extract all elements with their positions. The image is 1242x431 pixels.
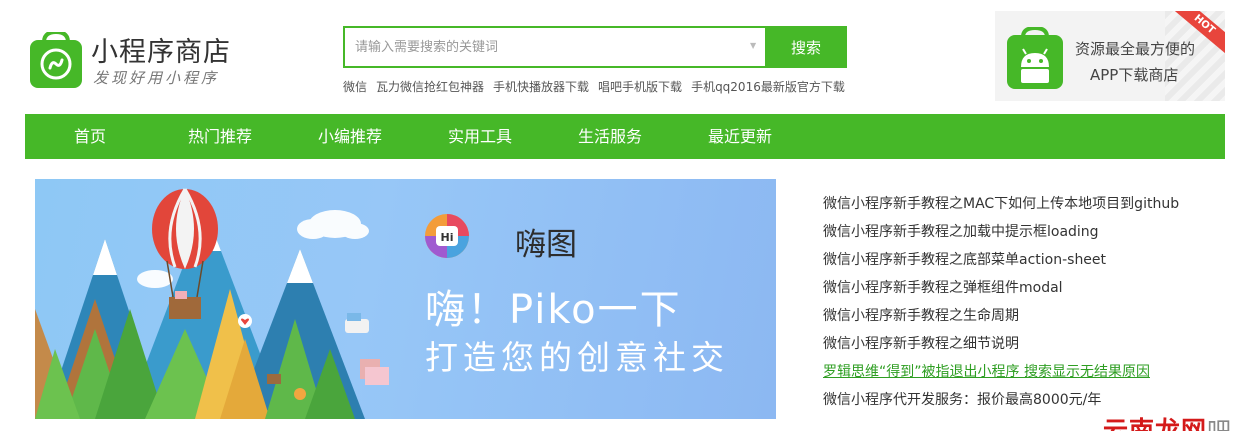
app-store-ad[interactable]: 资源最全最方便的 APP下载商店 HOT xyxy=(995,11,1225,101)
site-logo-icon[interactable] xyxy=(30,32,82,88)
article-link-highlighted[interactable]: 罗辑思维“得到”被指退出小程序 搜索显示无结果原因 xyxy=(823,362,1179,390)
hot-word-link[interactable]: 微信 xyxy=(343,78,367,95)
hot-word-link[interactable]: 唱吧手机版下载 xyxy=(598,78,682,95)
hot-word-link[interactable]: 手机qq2016最新版官方下载 xyxy=(691,78,845,95)
article-list: 微信小程序新手教程之MAC下如何上传本地项目到github 微信小程序新手教程之… xyxy=(823,194,1179,418)
article-link[interactable]: 微信小程序新手教程之加载中提示框loading xyxy=(823,222,1179,250)
search-input[interactable] xyxy=(345,28,765,66)
article-link[interactable]: 微信小程序新手教程之细节说明 xyxy=(823,334,1179,362)
nav-item-latest[interactable]: 最近更新 xyxy=(708,114,772,159)
nav-item-home[interactable]: 首页 xyxy=(74,114,106,159)
site-slogan: 发现好用小程序 xyxy=(93,69,220,87)
app-icon-label: Hi xyxy=(441,231,454,244)
hot-word-link[interactable]: 瓦力微信抢红包神器 xyxy=(376,78,484,95)
nav-item-editor-picks[interactable]: 小编推荐 xyxy=(318,114,382,159)
site-watermark: 云南龙网吧 xyxy=(1103,411,1232,431)
hot-search-words: 微信 瓦力微信抢红包神器 手机快播放器下载 唱吧手机版下载 手机qq2016最新… xyxy=(343,78,845,95)
ad-text-line1: 资源最全最方便的 xyxy=(1075,40,1196,58)
nav-item-tools[interactable]: 实用工具 xyxy=(448,114,512,159)
nav-item-hot[interactable]: 热门推荐 xyxy=(188,114,252,159)
watermark-suffix: 吧 xyxy=(1207,417,1233,431)
banner-app-name: 嗨图 xyxy=(515,227,577,263)
banner-slogan-line2: 打造您的创意社交 xyxy=(425,338,729,377)
promo-banner[interactable]: Hi 嗨图 嗨！Piko一下 打造您的创意社交 xyxy=(35,179,776,419)
hot-word-link[interactable]: 手机快播放器下载 xyxy=(493,78,589,95)
banner-slogan-line1: 嗨！Piko一下 xyxy=(425,287,682,333)
nav-item-life[interactable]: 生活服务 xyxy=(578,114,642,159)
article-link[interactable]: 微信小程序新手教程之生命周期 xyxy=(823,306,1179,334)
article-link[interactable]: 微信小程序新手教程之弹框组件modal xyxy=(823,278,1179,306)
article-link[interactable]: 微信小程序新手教程之底部菜单action-sheet xyxy=(823,250,1179,278)
dropdown-caret-icon[interactable]: ▼ xyxy=(750,41,756,50)
android-bag-icon xyxy=(1007,27,1063,89)
ad-text-line2: APP下载商店 xyxy=(1090,66,1179,84)
article-link[interactable]: 微信小程序新手教程之MAC下如何上传本地项目到github xyxy=(823,194,1179,222)
site-title[interactable]: 小程序商店 xyxy=(91,30,231,69)
search-button[interactable]: 搜索 xyxy=(765,26,847,68)
main-nav: 首页 热门推荐 小编推荐 实用工具 生活服务 最近更新 xyxy=(25,114,1225,159)
watermark-text: 云南龙网 xyxy=(1103,416,1208,431)
search-bar: ▼ 搜索 xyxy=(343,26,847,68)
